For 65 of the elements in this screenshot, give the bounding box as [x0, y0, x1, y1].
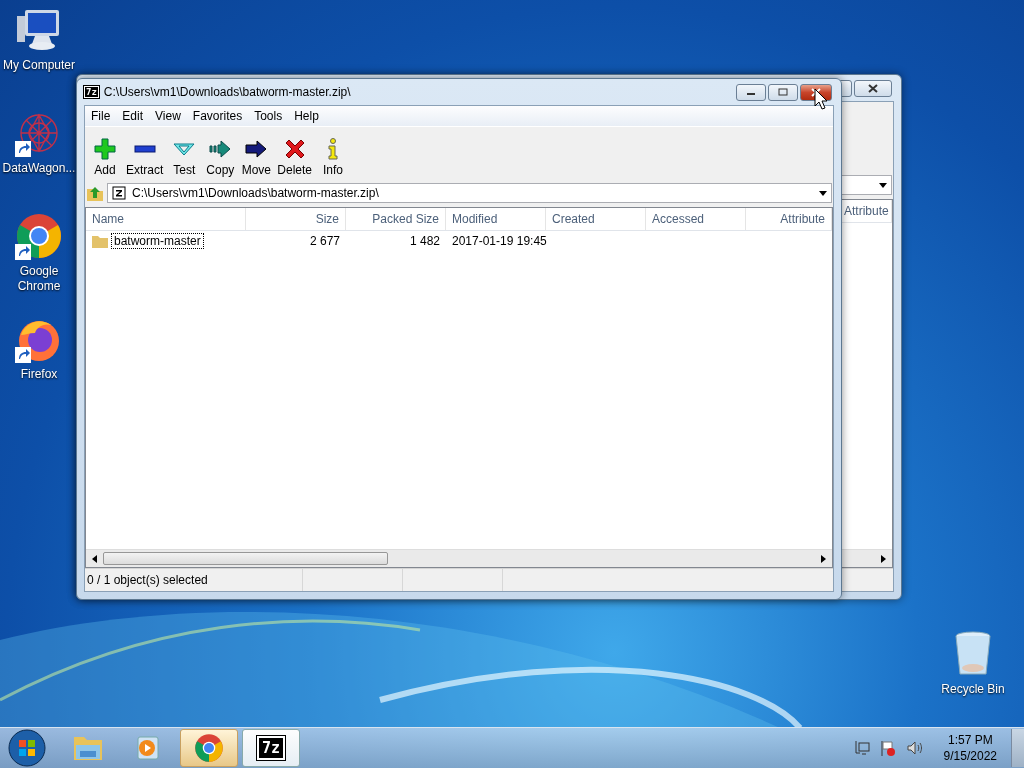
menu-item[interactable]: Edit	[116, 109, 150, 123]
folder-icon	[92, 234, 108, 248]
caret-icon	[819, 190, 827, 196]
play-icon	[134, 734, 162, 762]
menu-item[interactable]: File	[85, 109, 117, 123]
toolbar-button[interactable]: Delete	[274, 137, 316, 177]
toolbar-button[interactable]: Add	[87, 137, 123, 177]
volume-icon[interactable]	[905, 740, 924, 756]
column-header[interactable]: Name	[86, 208, 246, 230]
trash-bin-icon	[953, 630, 993, 678]
toolbar-button[interactable]: Move	[238, 137, 275, 177]
start-button[interactable]	[8, 729, 46, 767]
arrow-icon[interactable]	[821, 554, 826, 563]
app-logo: 7z	[84, 86, 99, 98]
column-header[interactable]: Accessed	[646, 208, 746, 230]
clock[interactable]: 1:57 PM 9/15/2022	[943, 732, 997, 764]
column-header[interactable]: Packed Size	[346, 208, 446, 230]
menu-item[interactable]: Tools	[248, 109, 289, 123]
desktop-icon-label[interactable]: My Computer	[0, 58, 78, 73]
close-icon	[868, 83, 878, 93]
plus-icon	[93, 137, 117, 161]
caret-icon	[879, 182, 887, 188]
column-header[interactable]: Size	[246, 208, 346, 230]
taskbar-button[interactable]: 7z	[242, 729, 300, 767]
cursor-icon	[814, 88, 828, 110]
column-header[interactable]: Created	[546, 208, 646, 230]
up-folder-icon[interactable]	[86, 184, 104, 202]
close-icon	[811, 87, 821, 97]
maximize-icon	[778, 88, 788, 96]
menu-item[interactable]: Favorites	[186, 109, 249, 123]
status-text: 0 / 1 object(s) selected	[85, 569, 303, 591]
arrow-icon[interactable]	[92, 554, 97, 563]
horizontal-scrollbar[interactable]	[86, 549, 832, 567]
toolbar-button[interactable]: Extract	[123, 137, 167, 177]
close-button[interactable]	[854, 79, 892, 97]
minimize-button[interactable]	[736, 83, 766, 101]
address-field[interactable]	[840, 175, 892, 195]
chrome-icon	[194, 733, 224, 763]
desktop-icon-label[interactable]: Firefox	[0, 367, 78, 382]
arrow-icon[interactable]	[881, 554, 886, 563]
arrow-icon	[244, 137, 269, 161]
flag-icon[interactable]	[879, 740, 896, 756]
desktop-icon-label[interactable]: Recycle Bin	[934, 682, 1012, 697]
menu-item[interactable]: View	[149, 109, 187, 123]
archive-icon	[112, 186, 126, 200]
taskbar-button[interactable]	[180, 729, 238, 767]
arrow-icon	[208, 137, 233, 161]
network-icon[interactable]	[853, 740, 870, 756]
desktop-icon-label[interactable]: Google Chrome	[0, 264, 78, 294]
toolbar-button[interactable]: Info	[315, 137, 352, 177]
table-cell-text: 1 482	[408, 234, 441, 248]
table-cell-text: 2017-01-19 19:45	[451, 234, 546, 248]
column-header[interactable]: Attribute	[746, 208, 832, 230]
address-field[interactable]: C:\Users\vm1\Downloads\batworm-master.zip\	[107, 183, 832, 203]
menu-item[interactable]: Help	[288, 109, 325, 123]
column-header[interactable]: Modified	[446, 208, 546, 230]
file-name[interactable]: batworm-master	[111, 233, 204, 249]
window-title: C:\Users\vm1\Downloads\batworm-master.zip\	[103, 85, 352, 99]
toolbar-button[interactable]: Test	[166, 137, 203, 177]
maximize-button[interactable]	[768, 83, 798, 101]
show-desktop-button[interactable]	[1011, 729, 1024, 767]
app-logo: 7z	[256, 736, 286, 760]
desktop-icon-label[interactable]: DataWagon...	[0, 161, 78, 176]
toolbar-button[interactable]: Copy	[202, 137, 239, 177]
table-cell-text: 2 677	[308, 234, 341, 248]
